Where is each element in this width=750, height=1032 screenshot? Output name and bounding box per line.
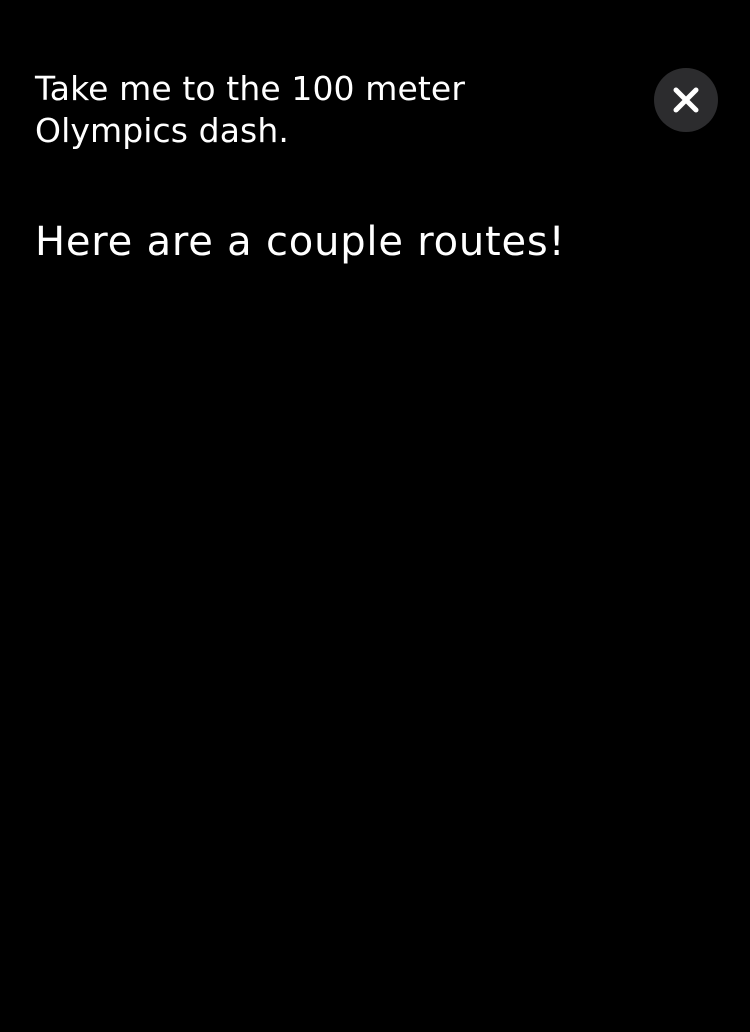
assistant-response-text: Here are a couple routes! [35, 219, 566, 265]
siri-response-screen: Take me to the 100 meter Olympics dash. … [0, 0, 750, 1032]
close-icon [672, 86, 700, 114]
user-query-text: Take me to the 100 meter Olympics dash. [35, 69, 465, 150]
close-button[interactable] [654, 68, 718, 132]
